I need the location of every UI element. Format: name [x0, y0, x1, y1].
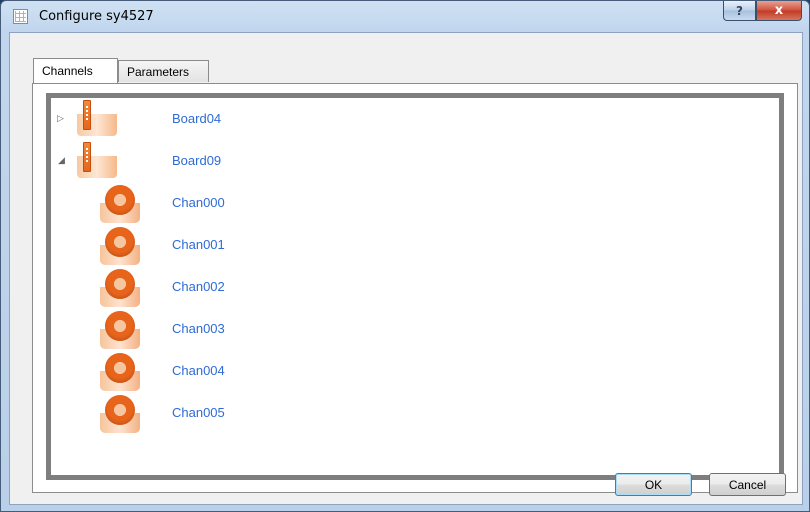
tree-label-board09[interactable]: Board09: [172, 153, 221, 168]
expand-arrow-icon[interactable]: ▷: [57, 113, 64, 124]
window-title: Configure sy4527: [39, 9, 154, 24]
cancel-button[interactable]: Cancel: [709, 473, 786, 496]
tree-row-chan005[interactable]: Chan005: [51, 393, 779, 433]
ok-button[interactable]: OK: [615, 473, 692, 496]
title-bar[interactable]: Configure sy4527 ? x: [1, 1, 809, 33]
dialog-client-area: Channels Parameters ▷ Board04 ◢ Board09 …: [9, 32, 803, 505]
tree-label-chan000[interactable]: Chan000: [172, 195, 225, 210]
app-grid-icon: [13, 9, 28, 24]
tree-row-chan000[interactable]: Chan000: [51, 183, 779, 223]
channel-icon: [100, 395, 140, 433]
dialog-window: Configure sy4527 ? x Channels Parameters…: [0, 0, 810, 512]
tab-panel-channels: ▷ Board04 ◢ Board09 Chan000 Chan001 Chan…: [32, 83, 798, 493]
tree-row-board09[interactable]: ◢ Board09: [51, 141, 779, 181]
channel-icon: [100, 185, 140, 223]
tree-label-chan004[interactable]: Chan004: [172, 363, 225, 378]
channel-icon: [100, 311, 140, 349]
channel-icon: [100, 353, 140, 391]
tree-label-board04[interactable]: Board04: [172, 111, 221, 126]
tab-channels[interactable]: Channels: [33, 58, 118, 83]
tree-label-chan002[interactable]: Chan002: [172, 279, 225, 294]
tree-row-board04[interactable]: ▷ Board04: [51, 99, 779, 139]
board-icon: [77, 100, 117, 136]
board-icon: [77, 142, 117, 178]
close-button[interactable]: x: [756, 1, 802, 21]
tree-label-chan001[interactable]: Chan001: [172, 237, 225, 252]
tree-row-chan004[interactable]: Chan004: [51, 351, 779, 391]
collapse-arrow-icon[interactable]: ◢: [58, 155, 65, 166]
channel-icon: [100, 227, 140, 265]
tree-row-chan002[interactable]: Chan002: [51, 267, 779, 307]
help-button[interactable]: ?: [723, 1, 756, 21]
tree-label-chan005[interactable]: Chan005: [172, 405, 225, 420]
channel-icon: [100, 269, 140, 307]
channel-tree[interactable]: ▷ Board04 ◢ Board09 Chan000 Chan001 Chan…: [46, 93, 784, 480]
tree-row-chan003[interactable]: Chan003: [51, 309, 779, 349]
tree-row-chan001[interactable]: Chan001: [51, 225, 779, 265]
tab-parameters[interactable]: Parameters: [118, 60, 209, 82]
tree-label-chan003[interactable]: Chan003: [172, 321, 225, 336]
